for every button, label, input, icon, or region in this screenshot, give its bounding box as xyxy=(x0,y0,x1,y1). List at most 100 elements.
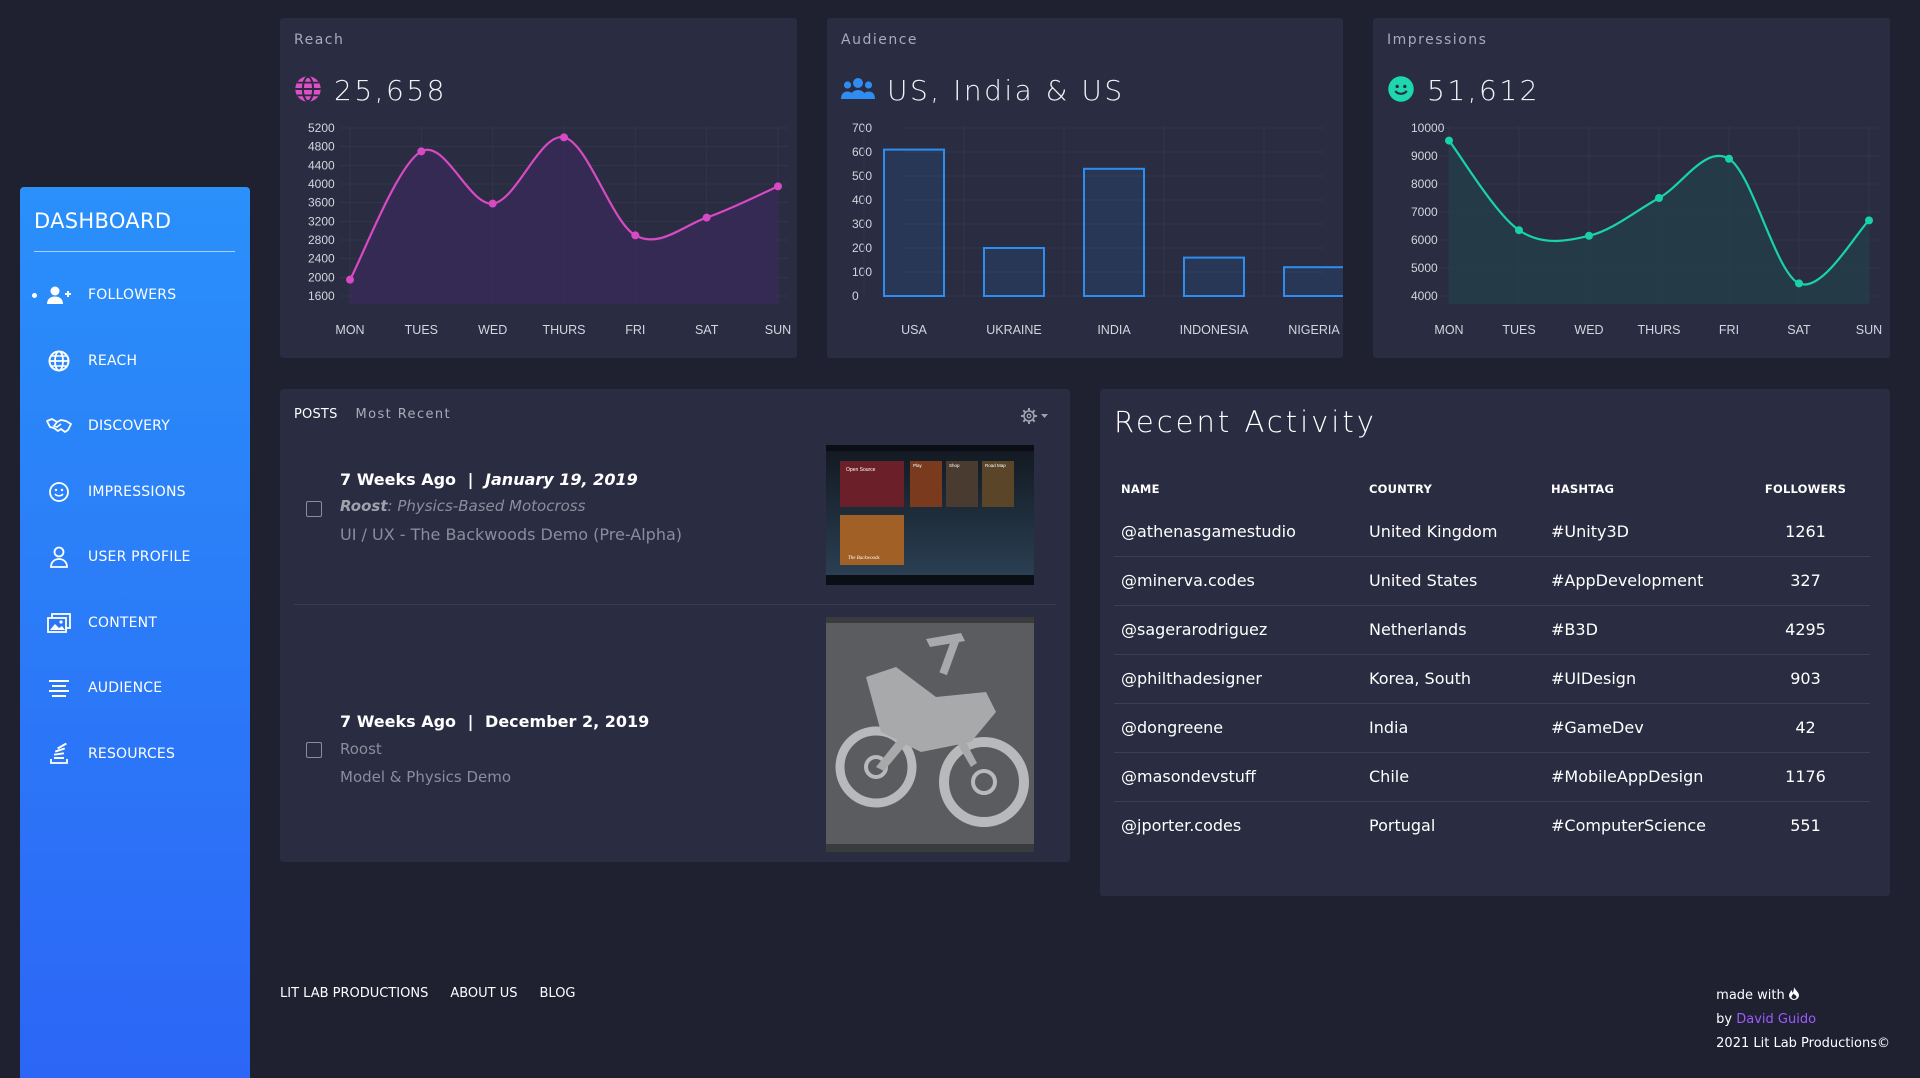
x-tick-label: FRI xyxy=(625,323,645,337)
table-row[interactable]: @athenasgamestudio United Kingdom #Unity… xyxy=(1114,507,1870,556)
y-tick-label: 3200 xyxy=(308,214,335,228)
settings-dropdown[interactable] xyxy=(1020,407,1050,425)
audience-bar-chart: 0 100 200 300 400 500 600 700 USA UKRAINE INDIA IND… xyxy=(852,121,1343,337)
thumb-text: Shop xyxy=(949,463,960,468)
table-row[interactable]: @dongreene India #GameDev 42 xyxy=(1114,702,1870,752)
post-checkbox[interactable] xyxy=(306,742,322,758)
y-tick-label: 0 xyxy=(852,289,859,303)
author-link[interactable]: David Guido xyxy=(1736,1012,1816,1027)
post-checkbox[interactable] xyxy=(306,501,322,517)
post-divider xyxy=(294,604,1056,605)
footer-credits: made with by David Guido 2021 Lit Lab Pr… xyxy=(1716,984,1890,1056)
bar xyxy=(1183,256,1245,298)
bar xyxy=(1083,167,1145,297)
series-area xyxy=(350,137,778,304)
y-tick-label: 8000 xyxy=(1411,177,1438,191)
sidebar-item-discovery[interactable]: DISCOVERY xyxy=(20,406,250,446)
name-cell: @philthadesigner xyxy=(1114,653,1362,703)
x-tick-label: SUN xyxy=(765,323,791,337)
sidebar-item-audience[interactable]: AUDIENCE xyxy=(20,668,250,708)
hashtag-cell: #Unity3D xyxy=(1551,521,1629,541)
table-row[interactable]: @jporter.codes Portugal #ComputerScience… xyxy=(1114,800,1870,850)
list-icon xyxy=(46,677,72,699)
sidebar-item-label: FOLLOWERS xyxy=(88,287,177,303)
table-row[interactable]: @masondevstuff Chile #MobileAppDesign 11… xyxy=(1114,751,1870,801)
post-item[interactable]: 7 Weeks Ago | December 2, 2019 Roost Mod… xyxy=(280,617,1070,852)
data-point xyxy=(488,199,497,208)
post-project: Roost xyxy=(340,497,388,515)
hashtag-cell: #ComputerScience xyxy=(1544,800,1734,850)
bar xyxy=(983,247,1045,297)
hashtag-cell: #B3D xyxy=(1544,604,1734,654)
y-tick-label: 3600 xyxy=(308,196,335,210)
x-tick-label: FRI xyxy=(1719,323,1739,337)
by-text: by xyxy=(1716,1012,1733,1027)
images-icon xyxy=(46,612,72,634)
sidebar-divider xyxy=(34,251,235,252)
y-tick-label: 2000 xyxy=(308,270,335,284)
name-cell: @masondevstuff xyxy=(1114,751,1362,801)
activity-table: NAME COUNTRY HASHTAG FOLLOWERS @athenasg… xyxy=(1114,471,1870,850)
post-age: 7 Weeks Ago xyxy=(340,712,457,731)
user-plus-icon xyxy=(46,284,72,306)
followers-cell: 42 xyxy=(1734,702,1870,752)
game-ui-screenshot[interactable]: Open Source Play Shop Road Map The Backw… xyxy=(826,445,1034,585)
table-row[interactable]: @philthadesigner Korea, South #UIDesign … xyxy=(1114,653,1870,703)
footer-link-about[interactable]: ABOUT US xyxy=(450,986,517,1001)
table-row[interactable]: @minerva.codes United States #AppDevelop… xyxy=(1114,555,1870,605)
data-point xyxy=(1515,226,1523,235)
sidebar-item-user-profile[interactable]: USER PROFILE xyxy=(20,537,250,577)
name-cell: @sagerarodriguez xyxy=(1114,604,1362,654)
country-cell: Chile xyxy=(1362,751,1544,801)
y-tick-label: 6000 xyxy=(1411,233,1438,247)
sidebar-item-resources[interactable]: RESOURCES xyxy=(20,734,250,774)
thumb-text: Play xyxy=(913,463,923,468)
post-date: 7 Weeks Ago | December 2, 2019 xyxy=(340,712,649,731)
post-subtitle: Model & Physics Demo xyxy=(340,768,512,786)
user-icon xyxy=(46,546,72,568)
sidebar: DASHBOARD FOLLOWERS REACH DISCOVERY IMPR… xyxy=(20,187,250,1078)
x-tick-label: UKRAINE xyxy=(986,323,1042,337)
sidebar-item-label: CONTENT xyxy=(88,615,158,631)
sidebar-item-label: RESOURCES xyxy=(88,746,176,762)
table-row[interactable]: @sagerarodriguez Netherlands #B3D 4295 xyxy=(1114,604,1870,654)
column-header[interactable]: FOLLOWERS xyxy=(1734,471,1870,507)
post-item[interactable]: 7 Weeks Ago | January 19, 2019 Roost: Ph… xyxy=(280,445,1070,595)
data-point xyxy=(1445,136,1453,145)
data-point xyxy=(1585,231,1593,240)
motorcycle-3d-model[interactable] xyxy=(826,617,1034,852)
post-date-value: January 19, 2019 xyxy=(485,470,638,489)
sidebar-item-reach[interactable]: REACH xyxy=(20,341,250,381)
x-tick-label: NIGERIA xyxy=(1288,323,1340,337)
y-tick-label: 2800 xyxy=(308,233,335,247)
sidebar-item-impressions[interactable]: IMPRESSIONS xyxy=(20,472,250,512)
country-cell: Portugal xyxy=(1362,800,1544,850)
x-tick-label: TUES xyxy=(405,323,438,337)
sidebar-item-content[interactable]: CONTENT xyxy=(20,603,250,643)
column-header[interactable]: HASHTAG xyxy=(1544,471,1734,507)
y-tick-label: 500 xyxy=(852,169,872,183)
hashtag-cell: #UIDesign xyxy=(1544,653,1734,703)
column-header[interactable]: COUNTRY xyxy=(1362,471,1544,507)
followers-cell: 1176 xyxy=(1734,751,1870,801)
data-point xyxy=(560,133,568,142)
post-date-value: December 2, 2019 xyxy=(485,712,650,731)
data-point xyxy=(417,147,426,156)
data-point xyxy=(1655,194,1663,202)
post-project: Roost xyxy=(340,740,382,758)
footer-link-blog[interactable]: BLOG xyxy=(540,986,576,1001)
recent-activity-card: Recent Activity NAME COUNTRY HASHTAG FOL… xyxy=(1100,389,1890,896)
x-tick-label: SAT xyxy=(1787,323,1811,337)
posts-card: POSTS Most Recent 7 Weeks Ago | January … xyxy=(280,389,1070,862)
post-title: Roost: Physics-Based Motocross xyxy=(340,497,585,515)
post-project-desc: : Physics-Based Motocross xyxy=(387,497,586,515)
posts-title: POSTS xyxy=(294,407,338,422)
y-tick-label: 10000 xyxy=(1411,121,1445,135)
x-tick-label: WED xyxy=(1574,323,1603,337)
globe-icon xyxy=(46,350,72,372)
data-point xyxy=(1795,279,1803,288)
sidebar-item-followers[interactable]: FOLLOWERS xyxy=(20,275,250,315)
data-point xyxy=(702,213,711,222)
footer-link-lit-lab[interactable]: LIT LAB PRODUCTIONS xyxy=(280,986,428,1001)
column-header[interactable]: NAME xyxy=(1114,471,1362,507)
